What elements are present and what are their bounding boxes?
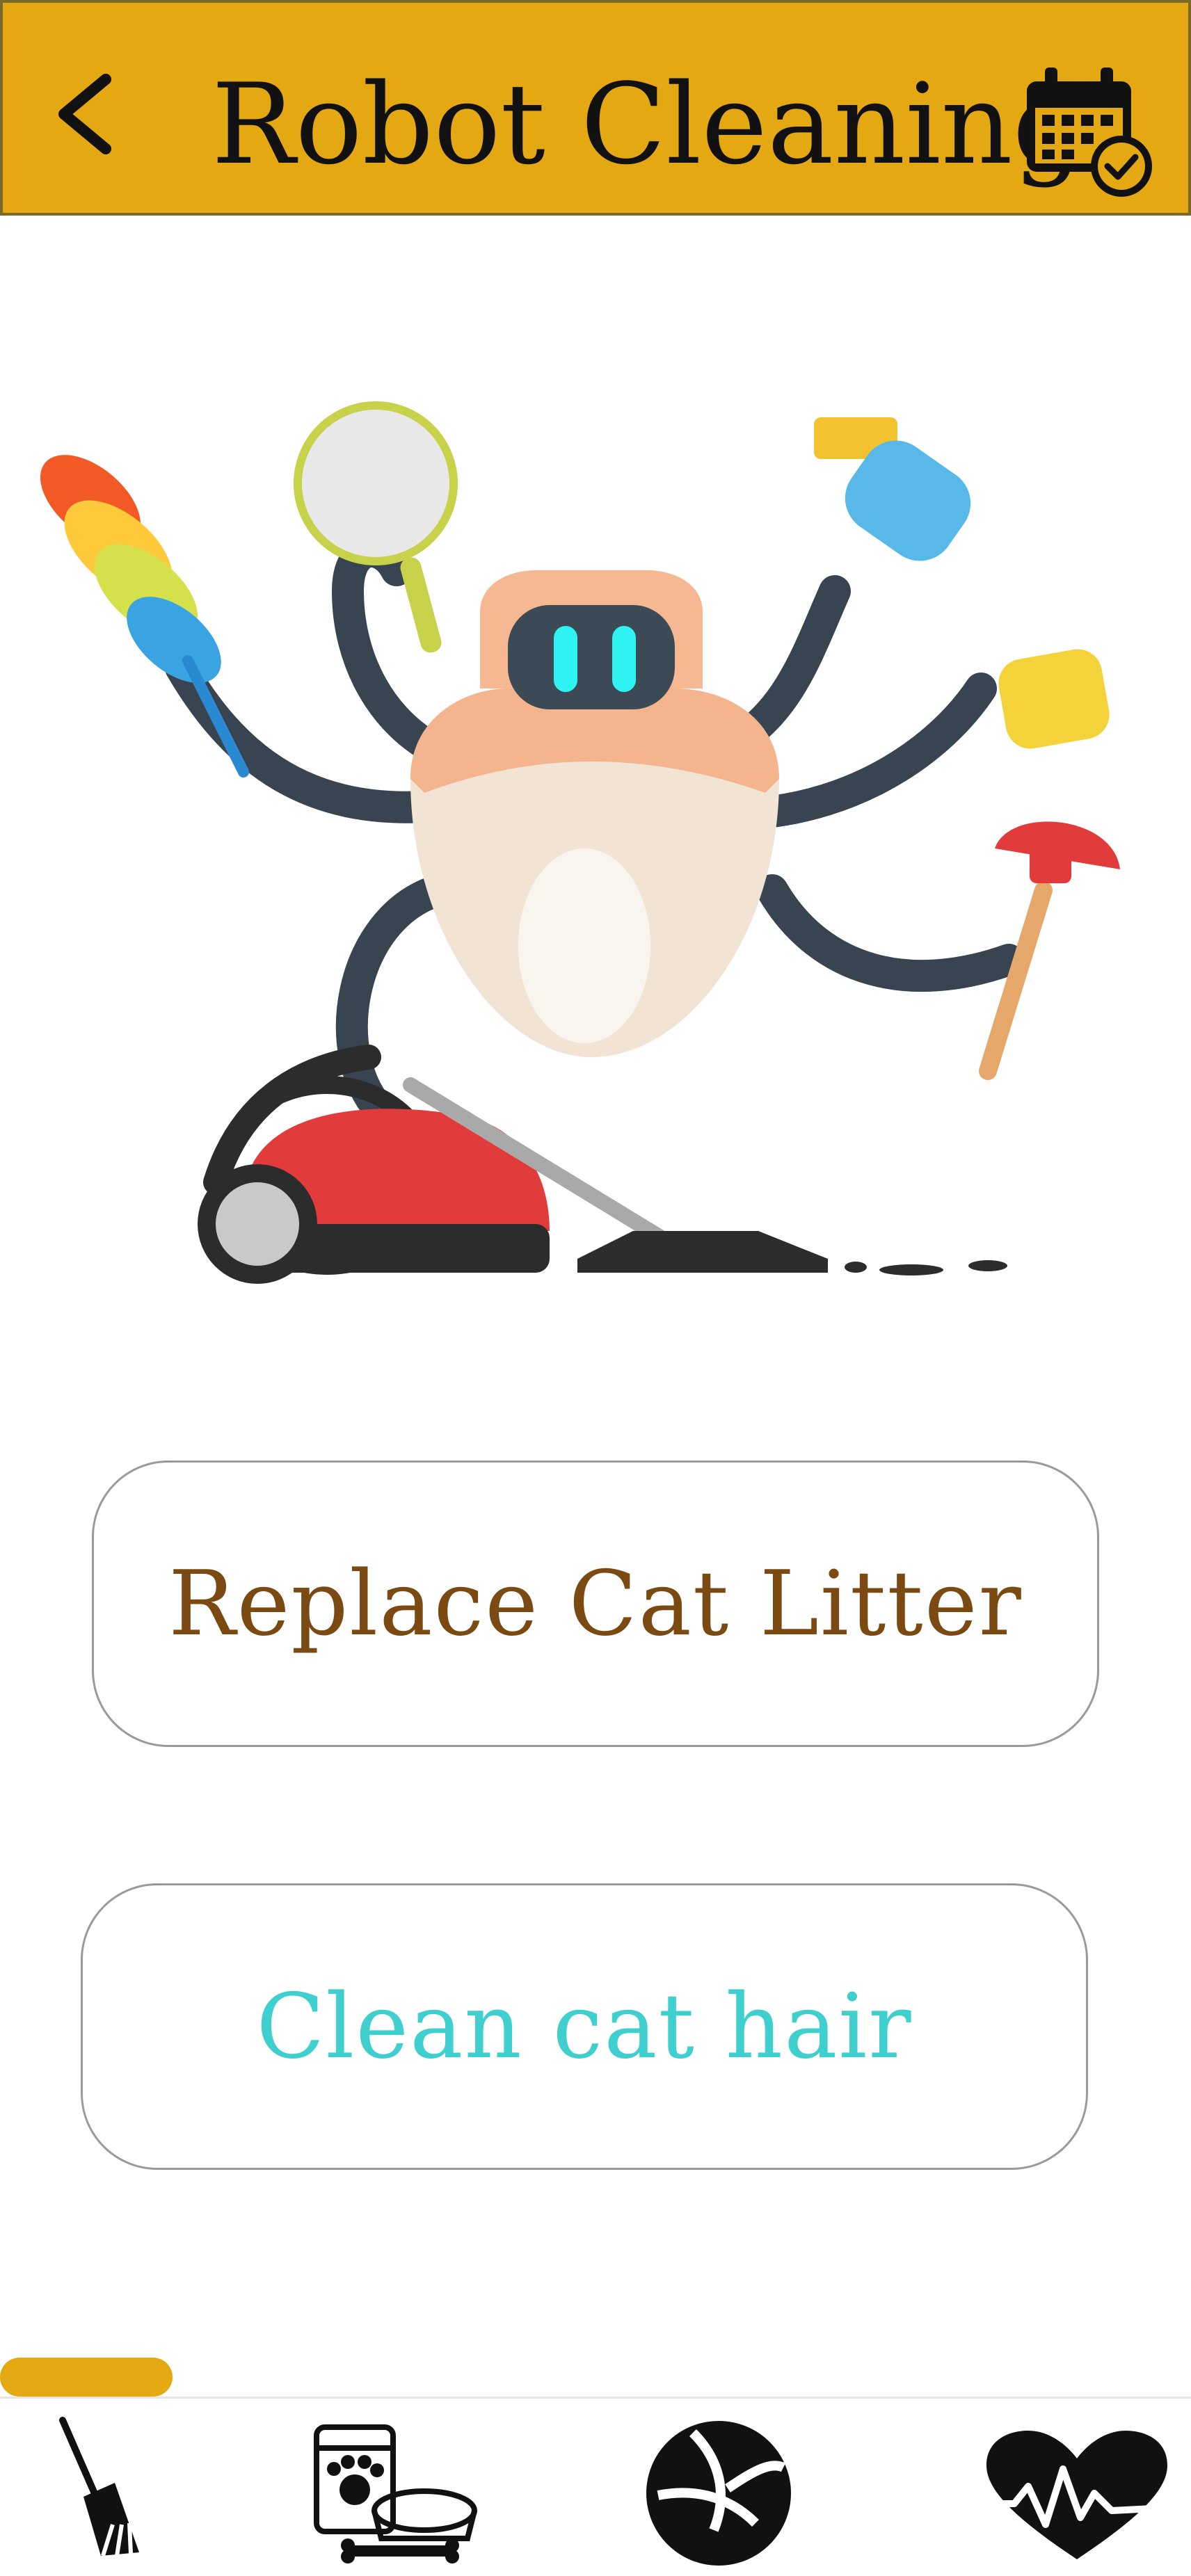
- nav-divider: [0, 2397, 1191, 2399]
- robot-cleaning-illustration: [40, 401, 1120, 1284]
- chevron-left-icon[interactable]: [45, 72, 128, 156]
- replace-cat-litter-label: Replace Cat Litter: [168, 1552, 1023, 1656]
- clean-cat-hair-label: Clean cat hair: [256, 1974, 913, 2079]
- calendar-check-icon[interactable]: [1018, 62, 1165, 201]
- heartbeat-icon[interactable]: [973, 2427, 1181, 2566]
- pet-food-icon[interactable]: [306, 2420, 480, 2566]
- clean-cat-hair-button[interactable]: Clean cat hair: [81, 1883, 1088, 2170]
- broom-icon[interactable]: [35, 2413, 146, 2566]
- active-tab-indicator: [0, 2358, 173, 2397]
- replace-cat-litter-button[interactable]: Replace Cat Litter: [92, 1460, 1099, 1747]
- page-title: Robot Cleaning: [211, 59, 1085, 189]
- app-header: Robot Cleaning: [0, 0, 1191, 216]
- ball-icon[interactable]: [644, 2419, 793, 2568]
